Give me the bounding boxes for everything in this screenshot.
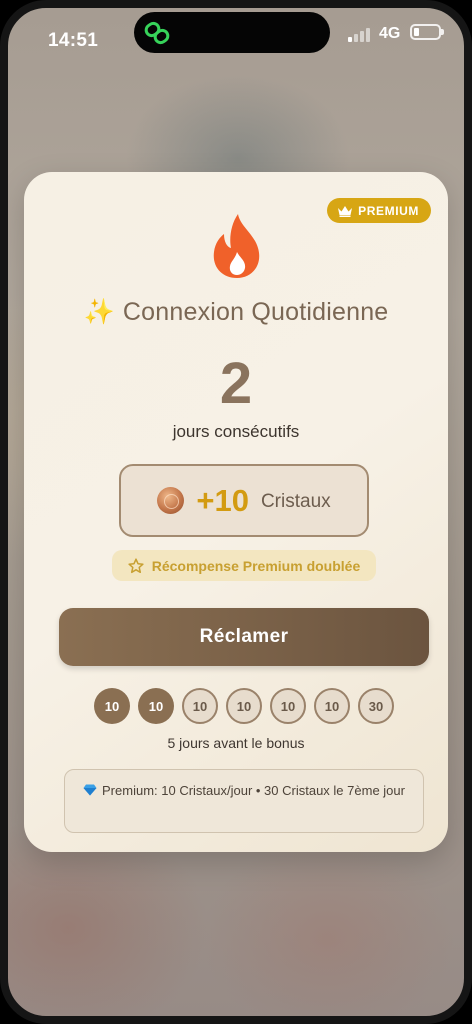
days-until-bonus: 5 jours avant le bonus [167,735,305,751]
premium-info-text: Premium: 10 Cristaux/jour • 30 Cristaux … [102,783,405,798]
status-time: 14:51 [48,30,99,51]
day-circle-2: 10 [138,688,174,724]
day-circle-7: 30 [358,688,394,724]
star-icon [128,557,144,573]
day-circle-3: 10 [182,688,218,724]
phone-screen: 14:51 4G PREMIUM ✨ Connexion Quotidienne… [0,0,472,1024]
day-circle-1: 10 [94,688,130,724]
day-circle-5: 10 [270,688,306,724]
reward-amount: +10 [196,482,249,518]
premium-info-box: Premium: 10 Cristaux/jour • 30 Cristaux … [64,769,424,833]
battery-icon [410,24,444,40]
card-title-text: Connexion Quotidienne [122,298,389,326]
premium-bonus-label: Récompense Premium doublée [151,557,361,574]
gem-icon [83,784,97,796]
premium-badge: PREMIUM [327,198,431,223]
link-icon [144,21,170,45]
reward-box: +10 Cristaux [119,464,369,537]
daily-login-card: PREMIUM ✨ Connexion Quotidienne 2 jours c… [24,172,448,852]
day-circle-6: 10 [314,688,350,724]
reward-unit: Cristaux [260,491,331,512]
premium-badge-label: PREMIUM [358,203,419,218]
premium-bonus-pill: Récompense Premium doublée [112,550,376,581]
signal-icon [348,28,374,42]
dynamic-island [134,12,330,53]
crown-icon [338,205,353,217]
sparkle-icon: ✨ [83,298,115,326]
streak-count: 2 [219,351,253,416]
card-title: ✨ Connexion Quotidienne [24,298,448,327]
day-progress: 10 10 10 10 10 10 30 [94,688,394,724]
network-type: 4G [379,25,401,42]
flame-icon [213,214,260,278]
streak-label: jours consécutifs [172,422,300,441]
claim-button[interactable]: Réclamer [59,608,429,666]
day-circle-4: 10 [226,688,262,724]
coin-icon [157,487,185,514]
